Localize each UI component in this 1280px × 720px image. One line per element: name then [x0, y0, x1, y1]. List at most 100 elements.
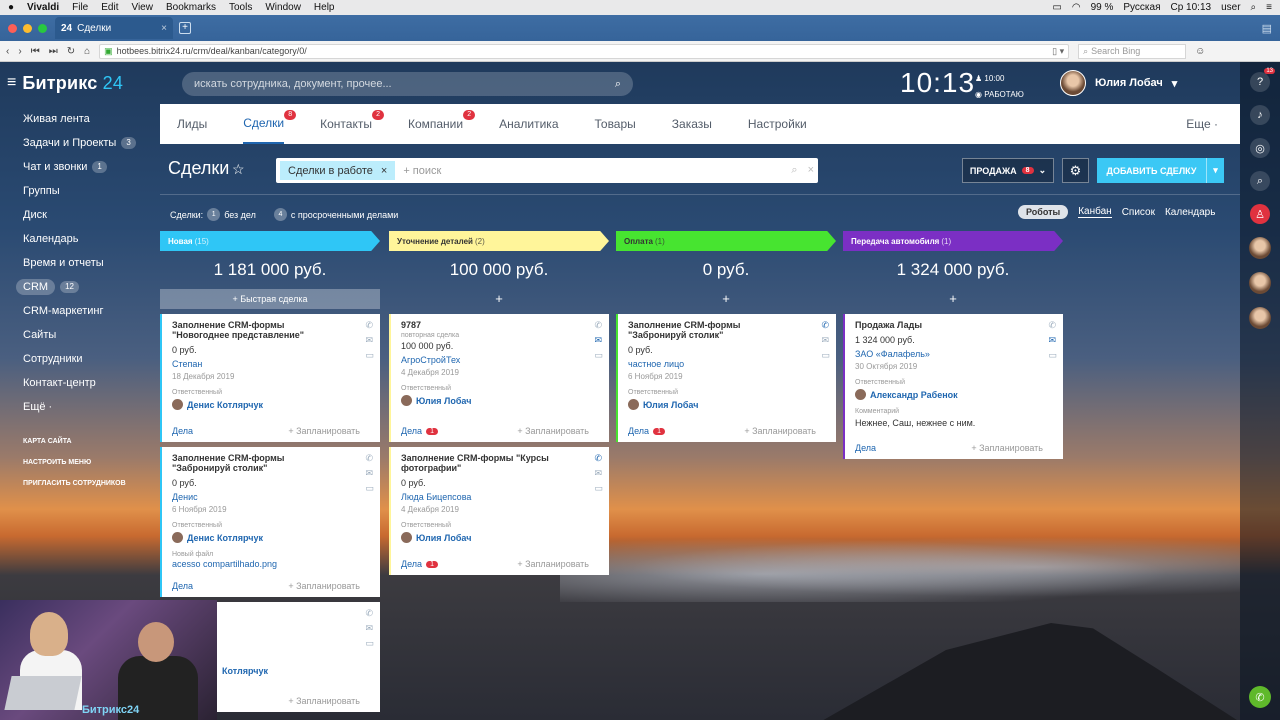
chat-icon[interactable]: ▭	[365, 483, 374, 494]
menu-edit[interactable]: Edit	[101, 2, 118, 13]
sidebar-item-chat[interactable]: Чат и звонки 1	[0, 155, 160, 179]
list-icon[interactable]: ≡	[1266, 2, 1272, 13]
profile-icon[interactable]: ☺	[1195, 46, 1205, 57]
responsible-name[interactable]: Денис Котлярчук	[187, 533, 263, 543]
trash-icon[interactable]: ▤	[1262, 22, 1272, 35]
wifi-icon[interactable]: ◠	[1072, 2, 1081, 13]
sidebar-link-sitemap[interactable]: КАРТА САЙТА	[0, 431, 160, 452]
add-deal-plus[interactable]: +	[616, 289, 836, 309]
sidebar-item-tasks[interactable]: Задачи и Проекты 3	[0, 131, 160, 155]
url-field[interactable]: ▣ hotbees.bitrix24.ru/crm/deal/kanban/ca…	[99, 43, 1070, 59]
phone-icon[interactable]: ✆	[365, 608, 374, 619]
crm-contact-button[interactable]: ♙	[1250, 204, 1270, 224]
plan-button[interactable]: + Запланировать	[288, 426, 360, 436]
menu-file[interactable]: File	[72, 2, 88, 13]
view-calendar[interactable]: Календарь	[1165, 207, 1215, 218]
zoom-window-button[interactable]	[38, 23, 47, 33]
apple-icon[interactable]: ●	[8, 2, 14, 13]
user-menu[interactable]: Юлия Лобач ▾	[1060, 70, 1177, 96]
phone-icon[interactable]: ✆	[594, 320, 603, 331]
sidebar-item-crm[interactable]: CRM 12	[0, 275, 160, 299]
column-header[interactable]: Новая (15)	[160, 231, 380, 251]
phone-icon[interactable]: ✆	[365, 320, 374, 331]
view-list[interactable]: Список	[1122, 207, 1155, 218]
overdue-label[interactable]: с просроченными делами	[291, 210, 398, 220]
deal-card[interactable]: Заполнение CRM-формы "Забронируй столик"…	[616, 314, 836, 442]
search-icon[interactable]: ⌕	[615, 78, 621, 91]
new-tab-button[interactable]: +	[179, 22, 191, 34]
plan-button[interactable]: + Запланировать	[971, 443, 1043, 453]
notifications-button[interactable]: ♪	[1250, 105, 1270, 125]
sidebar-link-configure-menu[interactable]: НАСТРОИТЬ МЕНЮ	[0, 452, 160, 473]
logo[interactable]: Битрикс 24	[22, 73, 123, 94]
deal-contact[interactable]: Степан	[172, 359, 370, 369]
sidebar-item-time[interactable]: Время и отчеты	[0, 251, 160, 275]
menu-view[interactable]: View	[131, 2, 153, 13]
deal-contact[interactable]: ЗАО «Фалафель»	[855, 349, 1053, 359]
plan-button[interactable]: + Запланировать	[288, 581, 360, 591]
tasks-link[interactable]: Дела 1	[401, 559, 438, 569]
deal-title[interactable]: Заполнение CRM-формы "Забронируй столик"	[628, 320, 800, 340]
phone-icon[interactable]: ✆	[365, 453, 374, 464]
mail-icon[interactable]: ✉	[594, 335, 603, 346]
plan-button[interactable]: + Запланировать	[744, 426, 816, 436]
deal-card[interactable]: Заполнение CRM-формы "Курсы фотографии" …	[389, 447, 609, 575]
chat-icon[interactable]: ▭	[1048, 350, 1057, 361]
sidebar-item-disk[interactable]: Диск	[0, 203, 160, 227]
deal-title[interactable]: 9787	[401, 320, 573, 330]
settings-button[interactable]: ⚙	[1062, 158, 1089, 183]
deal-card[interactable]: Заполнение CRM-формы "Новогоднее предста…	[160, 314, 380, 442]
responsible-name[interactable]: Юлия Лобач	[643, 400, 698, 410]
menu-tools[interactable]: Tools	[229, 2, 252, 13]
messenger-button[interactable]: ◎	[1250, 138, 1270, 158]
deal-title[interactable]: Заполнение CRM-формы "Новогоднее предста…	[172, 320, 344, 340]
reload-icon[interactable]: ↻	[67, 46, 75, 57]
phone-icon[interactable]: ✆	[821, 320, 830, 331]
chat-icon[interactable]: ▭	[821, 350, 830, 361]
web-search-field[interactable]: ⌕ Search Bing	[1078, 43, 1187, 59]
sidebar-item-feed[interactable]: Живая лента	[0, 107, 160, 131]
tasks-link[interactable]: Дела	[172, 581, 193, 591]
deal-title[interactable]: Заполнение CRM-формы "Забронируй столик"	[172, 453, 344, 473]
sidebar-link-invite[interactable]: ПРИГЛАСИТЬ СОТРУДНИКОВ	[0, 473, 160, 494]
tab-companies[interactable]: Компании 2	[408, 104, 476, 144]
tasks-link[interactable]: Дела 1	[401, 426, 438, 436]
no-tasks-label[interactable]: без дел	[224, 210, 256, 220]
filter-search-input[interactable]: Сделки в работе × + поиск ⌕ ×	[276, 158, 818, 183]
fast-forward-icon[interactable]: ⏭	[49, 46, 58, 57]
forward-icon[interactable]: ›	[18, 46, 21, 57]
mail-icon[interactable]: ✉	[365, 468, 374, 479]
deal-card[interactable]: Продажа Лады 1 324 000 руб. ЗАО «Фалафел…	[843, 314, 1063, 459]
deal-contact[interactable]: Денис	[172, 492, 370, 502]
contact-avatar[interactable]	[1249, 237, 1271, 259]
tab-leads[interactable]: Лиды	[177, 104, 207, 144]
plan-button[interactable]: + Запланировать	[288, 696, 360, 706]
tasks-link[interactable]: Дела	[172, 426, 193, 436]
phone-icon[interactable]: ✆	[1249, 686, 1271, 708]
deal-contact[interactable]: АгроСтройТех	[401, 355, 599, 365]
app-menu-vivaldi[interactable]: Vivaldi	[27, 2, 59, 13]
no-tasks-count[interactable]: 1	[207, 208, 221, 221]
home-icon[interactable]: ⌂	[84, 46, 90, 57]
add-deal-plus[interactable]: +	[843, 289, 1063, 309]
close-tab-icon[interactable]: ×	[161, 23, 167, 34]
sidebar-item-employees[interactable]: Сотрудники	[0, 347, 160, 371]
close-icon[interactable]: ×	[381, 165, 387, 177]
responsible-name[interactable]: Денис Котлярчук	[187, 400, 263, 410]
phone-icon[interactable]: ✆	[1048, 320, 1057, 331]
sidebar-item-groups[interactable]: Группы	[0, 179, 160, 203]
sidebar-item-more[interactable]: Ещё ·	[0, 395, 160, 419]
bookmark-icon[interactable]: ▯ ▾	[1052, 46, 1064, 57]
add-deal-plus[interactable]: +	[389, 289, 609, 309]
responsible-name[interactable]: Юлия Лобач	[416, 533, 471, 543]
back-icon[interactable]: ‹	[6, 46, 9, 57]
deal-title[interactable]: Продажа Лады	[855, 320, 1027, 330]
column-header[interactable]: Передача автомобиля (1)	[843, 231, 1063, 251]
menu-bookmarks[interactable]: Bookmarks	[166, 2, 216, 13]
search-icon[interactable]: ⌕	[791, 164, 797, 177]
mail-icon[interactable]: ✉	[594, 468, 603, 479]
language-indicator[interactable]: Русская	[1123, 2, 1160, 13]
deal-title[interactable]: Заполнение CRM-формы "Курсы фотографии"	[401, 453, 573, 473]
column-header[interactable]: Оплата (1)	[616, 231, 836, 251]
filter-chip[interactable]: Сделки в работе ×	[280, 161, 396, 180]
